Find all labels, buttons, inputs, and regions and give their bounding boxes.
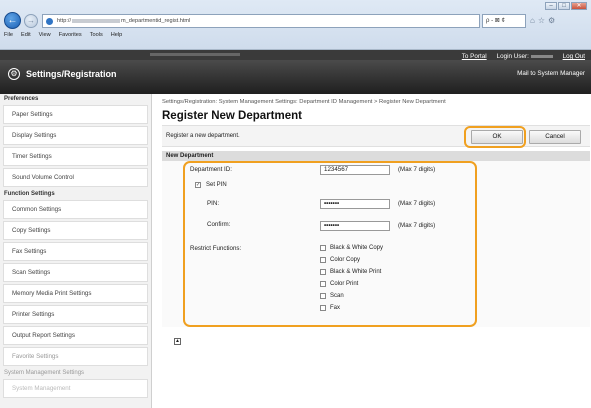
sidebar-head-system: System Management Settings — [4, 370, 85, 376]
back-arrow-icon: ← — [7, 15, 18, 26]
maximize-button[interactable]: □ — [558, 2, 570, 10]
ok-button[interactable]: OK — [471, 130, 523, 144]
forward-arrow-icon: → — [27, 16, 35, 25]
sidebar-item-system-management[interactable]: System Management — [3, 379, 148, 398]
address-bar[interactable]: http:// m_departmentid_regist.html — [42, 14, 480, 28]
nav-row: ← → http:// m_departmentid_regist.html ρ … — [4, 12, 587, 30]
menu-bar: File Edit View Favorites Tools Help — [4, 32, 122, 41]
page-favicon-icon — [46, 18, 53, 25]
sidebar-item-printer-settings[interactable]: Printer Settings — [3, 305, 148, 324]
menu-view[interactable]: View — [39, 32, 51, 41]
login-user-redacted — [530, 54, 553, 58]
url-redacted — [72, 18, 120, 23]
menu-tools[interactable]: Tools — [90, 32, 103, 41]
sidebar-item-sound-volume[interactable]: Sound Volume Control — [3, 168, 148, 187]
login-user-label: Login User: — [496, 53, 529, 60]
sidebar-item-display-settings[interactable]: Display Settings — [3, 126, 148, 145]
back-to-top-icon[interactable]: ▲ — [174, 338, 181, 345]
sidebar-item-paper-settings[interactable]: Paper Settings — [3, 105, 148, 124]
action-bar: Register a new department. OK Cancel — [162, 125, 590, 148]
sidebar-head-function: Function Settings — [4, 191, 55, 197]
menu-file[interactable]: File — [4, 32, 13, 41]
logout-link[interactable]: Log Out — [563, 53, 585, 60]
menu-help[interactable]: Help — [111, 32, 123, 41]
sidebar-item-output-report[interactable]: Output Report Settings — [3, 326, 148, 345]
app-header: ⚙ Settings/Registration To Portal Login … — [0, 53, 591, 94]
page-description: Register a new department. — [166, 133, 240, 139]
header-right: To Portal Login User: Log Out — [462, 53, 585, 60]
breadcrumb: Settings/Registration: System Management… — [162, 99, 446, 105]
sidebar-item-timer-settings[interactable]: Timer Settings — [3, 147, 148, 166]
settings-gear-icon[interactable]: ⚙ — [548, 16, 558, 25]
window-controls: – □ ✕ — [545, 2, 587, 10]
sidebar-item-fax-settings[interactable]: Fax Settings — [3, 242, 148, 261]
page-title: Register New Department — [162, 110, 302, 122]
sidebar-item-copy-settings[interactable]: Copy Settings — [3, 221, 148, 240]
sidebar-item-scan-settings[interactable]: Scan Settings — [3, 263, 148, 282]
device-name-redacted — [150, 53, 240, 56]
cancel-button[interactable]: Cancel — [529, 130, 581, 144]
back-button[interactable]: ← — [4, 12, 21, 29]
minimize-button[interactable]: – — [545, 2, 557, 10]
app-title: ⚙ Settings/Registration — [8, 68, 117, 80]
sidebar: Preferences Paper Settings Display Setti… — [0, 94, 152, 408]
sidebar-item-memory-media-print[interactable]: Memory Media Print Settings — [3, 284, 148, 303]
favorites-star-icon[interactable]: ☆ — [538, 16, 548, 25]
login-user: Login User: — [497, 53, 553, 60]
to-portal-link[interactable]: To Portal — [462, 53, 487, 60]
sidebar-item-favorite-settings[interactable]: Favorite Settings — [3, 347, 148, 366]
sidebar-item-common-settings[interactable]: Common Settings — [3, 200, 148, 219]
sidebar-head-preferences: Preferences — [4, 96, 39, 102]
toolbar-icons: ⌂☆⚙ — [530, 16, 558, 25]
browser-chrome: – □ ✕ ← → http:// m_departmentid_regist.h… — [0, 0, 591, 50]
close-window-button[interactable]: ✕ — [571, 2, 587, 10]
app-title-text: Settings/Registration — [26, 69, 117, 79]
menu-edit[interactable]: Edit — [21, 32, 31, 41]
form-highlight-ring — [183, 161, 477, 327]
url-prefix: http:// — [57, 18, 71, 24]
mail-system-manager-link[interactable]: Mail to System Manager — [517, 70, 585, 77]
search-refresh-controls[interactable]: ρ - ⊠ ¢ — [482, 14, 526, 28]
url-suffix: m_departmentid_regist.html — [121, 18, 191, 24]
forward-button[interactable]: → — [24, 14, 38, 28]
settings-icon: ⚙ — [8, 68, 20, 80]
menu-favorites[interactable]: Favorites — [59, 32, 82, 41]
section-title: New Department — [162, 151, 590, 161]
home-icon[interactable]: ⌂ — [530, 16, 538, 25]
main-content: Settings/Registration: System Management… — [152, 94, 591, 408]
